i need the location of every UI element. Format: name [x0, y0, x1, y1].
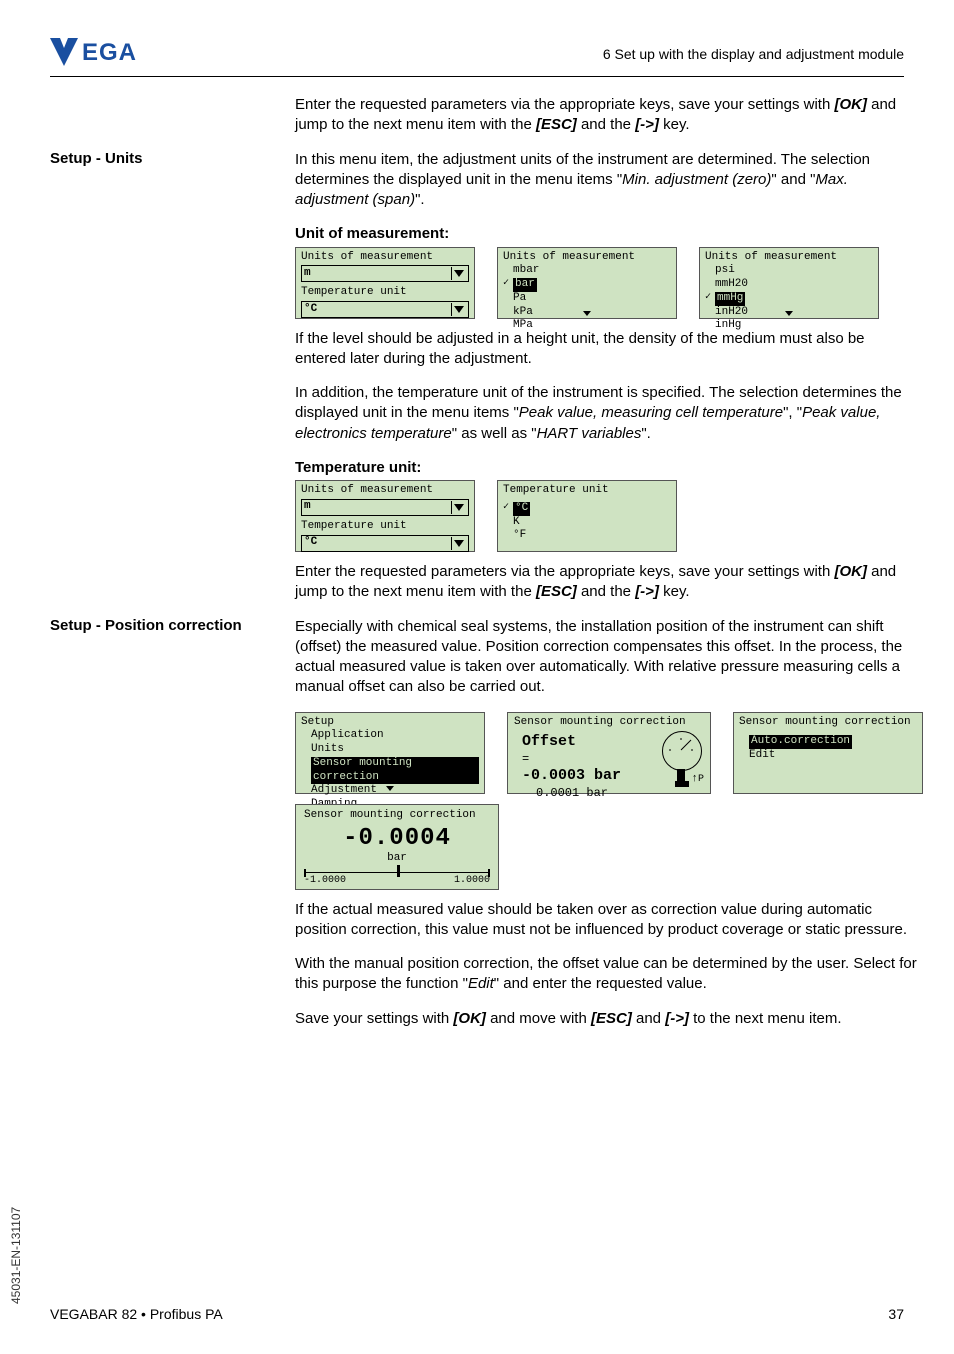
scroll-down-icon [785, 311, 793, 316]
scale-bar: -1.0000 1.0000 [304, 872, 490, 891]
setup-units-p3: In addition, the temperature unit of the… [295, 383, 904, 444]
footer-product: VEGABAR 82 • Profibus PA [50, 1306, 223, 1322]
temp-unit-select[interactable]: °C [301, 535, 469, 552]
scroll-down-icon [386, 786, 394, 791]
list-item[interactable]: Units [301, 743, 479, 757]
unit-of-measurement-title: Unit of measurement: [295, 224, 904, 244]
setup-pos-p2: If the actual measured value should be t… [295, 900, 923, 941]
logo: EGA [50, 38, 160, 71]
list-item[interactable]: Pa [503, 292, 671, 306]
list-item[interactable]: °F [503, 529, 671, 543]
lcd-numeric-entry[interactable]: Sensor mounting correction -0.0004 bar -… [295, 804, 499, 890]
setup-units-heading: Setup - Units [50, 150, 295, 617]
setup-pos-p1: Especially with chemical seal systems, t… [295, 617, 923, 698]
lcd-correction-choice: Sensor mounting correction Auto.correcti… [733, 712, 923, 794]
lcd-temp-select: Units of measurement m Temperature unit … [295, 480, 475, 552]
svg-text:EGA: EGA [82, 39, 137, 66]
lcd-temp-list: Temperature unit °C K °F [497, 480, 677, 552]
list-item[interactable]: MPa [503, 319, 671, 333]
list-item[interactable]: inHg [705, 319, 873, 333]
gauge-icon [662, 731, 702, 771]
list-item[interactable]: mmH20 [705, 278, 873, 292]
setup-pos-p3: With the manual position correction, the… [295, 954, 923, 995]
unit-select[interactable]: m [301, 499, 469, 516]
temp-unit-select[interactable]: °C [301, 301, 469, 318]
list-item[interactable]: K [503, 516, 671, 530]
list-item[interactable]: Auto.correction [739, 735, 917, 749]
list-item[interactable]: Application [301, 729, 479, 743]
temperature-unit-title: Temperature unit: [295, 458, 904, 478]
lcd-units-select: Units of measurement m Temperature unit … [295, 247, 475, 319]
lcd-setup-menu: Setup Application Units Sensor mounting … [295, 712, 485, 794]
header-section-title: 6 Set up with the display and adjustment… [603, 46, 904, 62]
chevron-down-icon [454, 504, 464, 511]
setup-pos-p4: Save your settings with [OK] and move wi… [295, 1009, 923, 1029]
list-item[interactable]: Edit [739, 749, 917, 763]
gauge-base-icon [675, 781, 689, 787]
setup-position-heading: Setup - Position correction [50, 617, 295, 1043]
lcd-offset-display: Sensor mounting correction Offset = -0.0… [507, 712, 711, 794]
lcd-units-list-2: Units of measurement psi mmH20 mmHg inH2… [699, 247, 879, 319]
chevron-down-icon [454, 540, 464, 547]
gauge-label: P [691, 773, 704, 787]
chevron-down-icon [454, 306, 464, 313]
list-item[interactable]: psi [705, 264, 873, 278]
scroll-down-icon [583, 311, 591, 316]
intro-paragraph: Enter the requested parameters via the a… [295, 95, 904, 136]
setup-units-p2: If the level should be adjusted in a hei… [295, 329, 904, 370]
doc-id: 45031-EN-131107 [9, 1207, 23, 1304]
list-item[interactable]: °C [503, 502, 671, 516]
unit-select[interactable]: m [301, 265, 469, 282]
list-item[interactable]: mmHg [705, 292, 873, 306]
list-item[interactable]: mbar [503, 264, 671, 278]
numeric-value: -0.0004 [304, 824, 490, 854]
setup-units-p4: Enter the requested parameters via the a… [295, 562, 904, 603]
setup-units-p1: In this menu item, the adjustment units … [295, 150, 904, 211]
footer-page: 37 [888, 1306, 904, 1322]
list-item[interactable]: bar [503, 278, 671, 292]
chevron-down-icon [454, 270, 464, 277]
list-item[interactable]: Sensor mounting correction [301, 757, 479, 785]
lcd-units-list-1: Units of measurement mbar bar Pa kPa MPa [497, 247, 677, 319]
numeric-unit: bar [304, 852, 490, 866]
